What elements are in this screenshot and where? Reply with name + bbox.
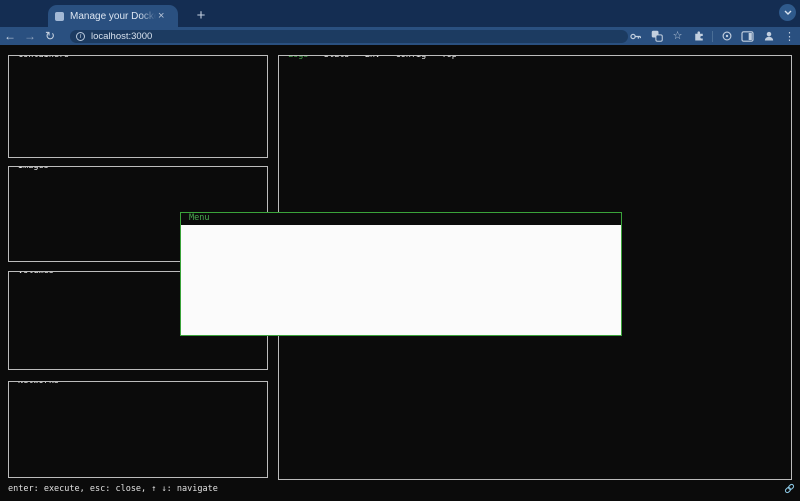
bookmark-star-icon[interactable]: ☆ bbox=[667, 27, 688, 45]
new-tab-button[interactable]: + bbox=[190, 5, 212, 27]
images-panel-title: Images bbox=[15, 166, 52, 171]
menu-title: Menu bbox=[181, 213, 621, 225]
side-panel-icon[interactable] bbox=[737, 27, 758, 45]
browser-toolbar: ← → ↻ i localhost:3000 ☆ bbox=[0, 27, 800, 45]
close-window-button[interactable] bbox=[11, 10, 19, 18]
back-icon[interactable]: ← bbox=[0, 27, 20, 45]
address-bar[interactable]: i localhost:3000 bbox=[70, 30, 628, 43]
window-controls bbox=[11, 10, 47, 18]
terminal-page: Containers Images Volumes Networks Logs … bbox=[0, 45, 800, 501]
browser-tab[interactable]: Manage your Docker fleet wi × bbox=[48, 5, 178, 27]
url-text: localhost:3000 bbox=[91, 31, 152, 42]
logs-other-tabs[interactable]: ─ Stats ─ Env ─ Config ─ Top bbox=[308, 55, 456, 60]
site-info-icon[interactable]: i bbox=[76, 32, 85, 41]
tab-logs[interactable]: Logs bbox=[288, 55, 308, 60]
reload-icon[interactable]: ↻ bbox=[40, 27, 60, 45]
tab-close-icon[interactable]: × bbox=[158, 11, 164, 22]
tab-title: Manage your Docker fleet wi bbox=[70, 11, 156, 22]
networks-panel-title: Networks bbox=[15, 381, 62, 386]
translate-icon[interactable] bbox=[646, 27, 667, 45]
screen: Manage your Docker fleet wi × + ← → ↻ i … bbox=[0, 0, 800, 501]
browser-tab-strip: Manage your Docker fleet wi × + bbox=[0, 0, 800, 27]
connection-link-icon bbox=[784, 483, 795, 494]
tab-search-chevron-icon[interactable] bbox=[779, 4, 796, 21]
maximize-window-button[interactable] bbox=[39, 10, 47, 18]
chrome-labs-icon[interactable] bbox=[716, 27, 737, 45]
logs-panel-tabs[interactable]: Logs ─ Stats ─ Env ─ Config ─ Top bbox=[285, 55, 460, 60]
status-bar: enter: execute, esc: close, ↑ ↓: navigat… bbox=[8, 484, 218, 494]
minimize-window-button[interactable] bbox=[25, 10, 33, 18]
containers-panel-title: Containers bbox=[15, 55, 72, 60]
forward-icon[interactable]: → bbox=[20, 27, 40, 45]
profile-avatar[interactable] bbox=[758, 27, 779, 45]
extensions-puzzle-icon[interactable] bbox=[688, 27, 709, 45]
volumes-panel-title: Volumes bbox=[15, 271, 57, 276]
containers-panel: Containers bbox=[8, 55, 268, 158]
toolbar-divider bbox=[712, 31, 713, 42]
browser-menu-dots-icon[interactable]: ⋮ bbox=[779, 27, 800, 45]
container-action-menu: Menu bbox=[180, 212, 622, 336]
password-key-icon[interactable] bbox=[625, 27, 646, 45]
networks-panel: Networks bbox=[8, 381, 268, 478]
tab-favicon-icon bbox=[55, 12, 64, 21]
